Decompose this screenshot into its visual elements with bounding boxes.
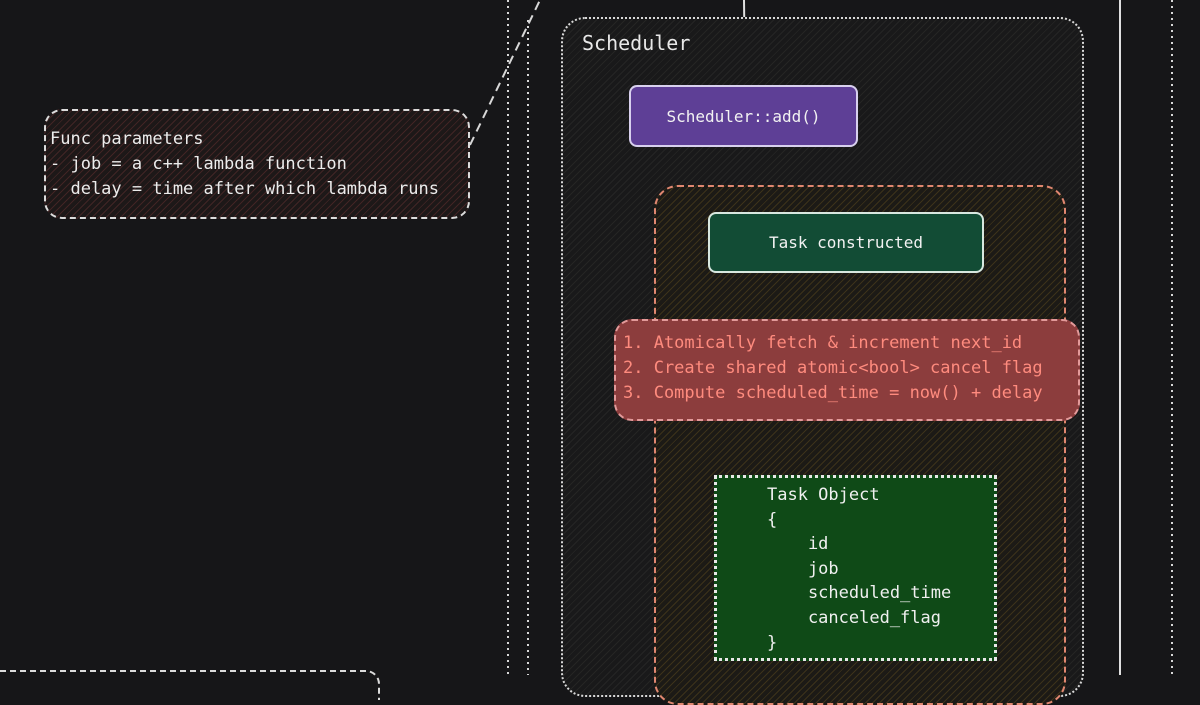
task-constructed-label: Task constructed — [768, 233, 924, 252]
task-object-line: scheduled_time — [767, 583, 952, 604]
func-params-line: - delay = time after which lambda runs — [50, 179, 439, 199]
func-params-line: - job = a c++ lambda function — [50, 154, 347, 174]
scheduler-add-node: Scheduler::add() — [629, 85, 858, 147]
func-parameters-note: Func parameters - job = a c++ lambda fun… — [44, 109, 470, 219]
scheduler-title: Scheduler — [582, 31, 691, 55]
step-line: 3. Compute scheduled_time = now() + dela… — [623, 383, 1043, 403]
task-object-line: canceled_flag — [767, 607, 941, 628]
scheduler-add-label: Scheduler::add() — [666, 106, 821, 126]
task-object-line: id — [767, 534, 829, 555]
diagonal-dashed-connector — [469, 0, 541, 146]
construction-steps-node: 1. Atomically fetch & increment next_id … — [614, 319, 1080, 421]
task-object-line: job — [767, 558, 839, 579]
task-constructed-node: Task constructed — [708, 212, 984, 273]
step-line: 2. Create shared atomic<bool> cancel fla… — [623, 358, 1043, 378]
task-object-line: { — [767, 509, 778, 530]
task-object-line: Task Object — [767, 485, 880, 505]
step-line: 1. Atomically fetch & increment next_id — [623, 333, 1023, 353]
func-params-line: Func parameters — [50, 129, 204, 149]
task-object-node: Task Object { id job scheduled_time canc… — [714, 475, 997, 661]
task-object-line: } — [767, 632, 778, 653]
